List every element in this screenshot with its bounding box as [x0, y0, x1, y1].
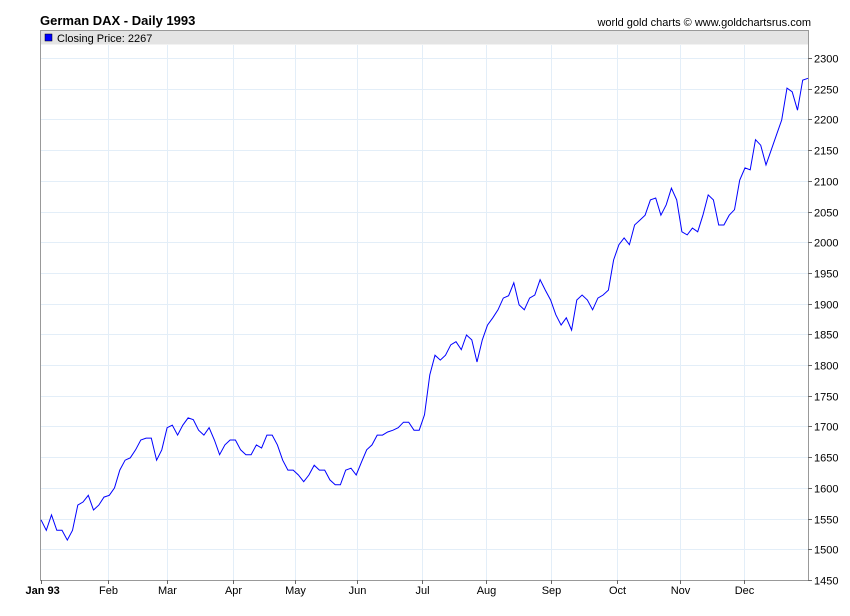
x-tick-label: Apr [225, 585, 242, 597]
y-tick-label: 1600 [814, 484, 838, 496]
legend-label: Closing Price: 2267 [57, 33, 152, 45]
y-tick-label: 2050 [814, 208, 838, 220]
y-tick-label: 1750 [814, 392, 838, 404]
x-tick-label: Sep [542, 585, 562, 597]
y-tick-label: 1450 [814, 576, 838, 588]
x-axis: Jan 93 Feb Mar Apr May Jun Jul Aug Sep Oct Nov Dec [26, 580, 755, 597]
chart-credit: world gold charts © www.goldchartsrus.co… [596, 17, 811, 29]
y-tick-label: 2200 [814, 115, 838, 127]
x-tick-label: Nov [671, 585, 691, 597]
grid [41, 45, 808, 581]
x-tick-label: Oct [609, 585, 626, 597]
legend-swatch [44, 33, 53, 42]
x-tick-label: Jun [349, 585, 367, 597]
chart-title: German DAX - Daily 1993 [40, 13, 195, 28]
plot-frame [40, 30, 809, 581]
x-tick-label: Jan 93 [26, 585, 60, 597]
x-tick-label: Aug [477, 585, 497, 597]
y-tick-label: 1950 [814, 269, 838, 281]
y-tick-label: 1800 [814, 361, 838, 373]
x-tick-label: Mar [158, 585, 177, 597]
y-tick-label: 2250 [814, 85, 838, 97]
x-tick-label: May [285, 585, 306, 597]
legend-bar [40, 30, 809, 45]
y-tick-label: 1900 [814, 300, 838, 312]
x-tick-label: Dec [735, 585, 755, 597]
y-tick-label: 2000 [814, 238, 838, 250]
y-tick-label: 2100 [814, 177, 838, 189]
x-tick-label: Jul [415, 585, 429, 597]
y-tick-label: 1650 [814, 453, 838, 465]
y-tick-label: 1700 [814, 422, 838, 434]
y-tick-label: 2150 [814, 146, 838, 158]
x-tick-label: Feb [99, 585, 118, 597]
y-tick-label: 1550 [814, 515, 838, 527]
y-tick-label: 1850 [814, 330, 838, 342]
y-tick-label: 1500 [814, 545, 838, 557]
dax-line-chart: German DAX - Daily 1993 world gold chart… [26, 13, 839, 597]
y-tick-label: 2300 [814, 54, 838, 66]
closing-price-line [40, 77, 809, 542]
y-axis: 1450 1500 1550 1600 1650 1700 1750 1800 1850 1900… [808, 54, 838, 588]
